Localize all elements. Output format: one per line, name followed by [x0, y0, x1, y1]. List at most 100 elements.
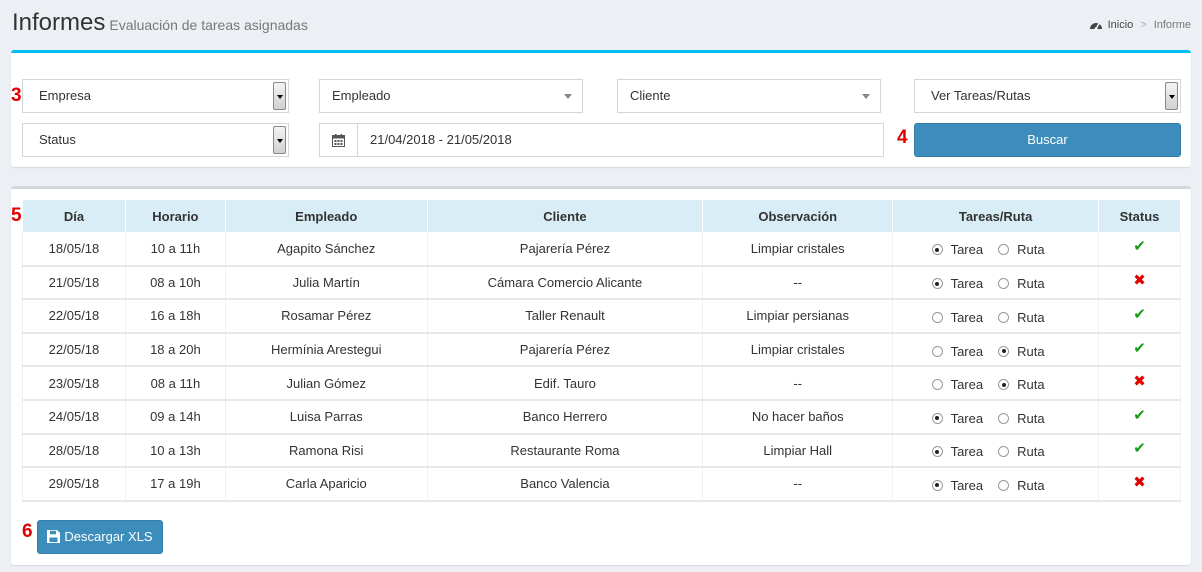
cell-dia: 22/05/18	[22, 299, 126, 334]
table-row: 28/05/18 10 a 13h Ramona Risi Restaurante R…	[22, 433, 1181, 469]
ruta-radio[interactable]	[998, 311, 1010, 323]
ruta-radio-label[interactable]: Ruta	[1017, 411, 1044, 426]
status-select[interactable]: Status	[22, 123, 289, 157]
tarea-radio-label[interactable]: Tarea	[951, 344, 984, 359]
tarea-radio-label[interactable]: Tarea	[951, 478, 984, 493]
empleado-select-value: Empleado	[332, 88, 391, 103]
cell-empleado: Ramona Risi	[224, 433, 428, 469]
empresa-select[interactable]: Empresa	[22, 79, 289, 113]
cell-cliente: Banco Valencia	[426, 467, 704, 502]
download-xls-label: Descargar XLS	[64, 529, 153, 544]
cross-icon: ✖	[1133, 272, 1146, 290]
cell-cliente: Cámara Comercio Alicante	[426, 265, 704, 301]
cell-observacion: --	[702, 366, 894, 401]
cell-observacion: --	[702, 265, 894, 301]
cell-dia: 29/05/18	[22, 467, 126, 502]
cell-empleado: Hermínia Arestegui	[224, 332, 428, 368]
tarea-radio-label[interactable]: Tarea	[951, 276, 984, 291]
cell-dia: 23/05/18	[22, 366, 126, 401]
cell-observacion: Limpiar persianas	[702, 299, 894, 334]
tarea-radio[interactable]	[931, 345, 943, 357]
cross-icon: ✖	[1133, 473, 1146, 491]
ruta-radio-label[interactable]: Ruta	[1017, 242, 1044, 257]
callout-5: 5	[11, 205, 22, 226]
caret-down-icon	[564, 94, 572, 99]
cell-observacion: No hacer baños	[702, 399, 894, 435]
tarea-radio[interactable]	[931, 244, 943, 256]
check-icon: ✔	[1133, 440, 1146, 458]
cell-horario: 10 a 11h	[124, 232, 226, 267]
ver-tareas-rutas-select-value: Ver Tareas/Rutas	[931, 88, 1031, 103]
cell-status: ✖	[1098, 366, 1181, 401]
ruta-radio-label[interactable]: Ruta	[1017, 344, 1044, 359]
table-row: 29/05/18 17 a 19h Carla Aparicio Banco Vale…	[22, 467, 1181, 502]
tarea-radio-label[interactable]: Tarea	[951, 377, 984, 392]
cell-observacion: Limpiar cristales	[702, 232, 894, 267]
ruta-radio[interactable]	[998, 479, 1010, 491]
dropdown-arrow-icon	[273, 126, 286, 154]
cell-empleado: Rosamar Pérez	[224, 299, 428, 334]
tarea-radio-label[interactable]: Tarea	[951, 310, 984, 325]
cliente-select[interactable]: Cliente	[617, 79, 881, 113]
tarea-radio[interactable]	[931, 379, 943, 391]
tarea-radio-label[interactable]: Tarea	[951, 242, 984, 257]
search-button[interactable]: Buscar	[914, 123, 1181, 157]
empleado-select[interactable]: Empleado	[319, 79, 583, 113]
cell-observacion: Limpiar Hall	[702, 433, 894, 469]
tarea-radio-label[interactable]: Tarea	[951, 411, 984, 426]
cell-status: ✖	[1098, 467, 1181, 502]
cell-observacion: --	[702, 467, 894, 502]
ruta-radio-label[interactable]: Ruta	[1017, 444, 1044, 459]
ruta-radio-label[interactable]: Ruta	[1017, 310, 1044, 325]
table-row: 22/05/18 16 a 18h Rosamar Pérez Taller Rena…	[22, 299, 1181, 334]
cell-status: ✔	[1098, 433, 1181, 469]
ruta-radio-label[interactable]: Ruta	[1017, 478, 1044, 493]
date-range-input[interactable]: 21/04/2018 - 21/05/2018	[319, 123, 884, 157]
tarea-radio[interactable]	[931, 412, 943, 424]
cell-cliente: Taller Renault	[426, 299, 704, 334]
col-header-empleado: Empleado	[224, 200, 428, 232]
ruta-radio-label[interactable]: Ruta	[1017, 276, 1044, 291]
ruta-radio[interactable]	[998, 278, 1010, 290]
breadcrumb-home-link[interactable]: Inicio	[1108, 19, 1134, 31]
cell-tareas-ruta: Tarea Ruta	[892, 433, 1100, 469]
col-header-dia: Día	[22, 200, 126, 232]
tarea-radio[interactable]	[931, 479, 943, 491]
table-row: 23/05/18 08 a 11h Julian Gómez Edif. Tauro -…	[22, 366, 1181, 401]
cell-horario: 17 a 19h	[124, 467, 226, 502]
ruta-radio[interactable]	[998, 345, 1010, 357]
download-xls-button[interactable]: Descargar XLS	[37, 520, 163, 554]
cell-tareas-ruta: Tarea Ruta	[892, 399, 1100, 435]
calendar-addon[interactable]	[320, 124, 358, 156]
col-header-horario: Horario	[124, 200, 226, 232]
cell-horario: 09 a 14h	[124, 399, 226, 435]
col-header-cliente: Cliente	[426, 200, 704, 232]
ver-tareas-rutas-select[interactable]: Ver Tareas/Rutas	[914, 79, 1181, 113]
tarea-ruta-radio-group: Tarea Ruta	[931, 377, 1060, 392]
cell-cliente: Restaurante Roma	[426, 433, 704, 469]
cell-dia: 18/05/18	[22, 232, 126, 267]
tarea-radio[interactable]	[931, 311, 943, 323]
cell-observacion: Limpiar cristales	[702, 332, 894, 368]
check-icon: ✔	[1133, 305, 1146, 323]
cell-dia: 21/05/18	[22, 265, 126, 301]
tarea-radio[interactable]	[931, 446, 943, 458]
cell-cliente: Pajarería Pérez	[426, 232, 704, 267]
cliente-select-value: Cliente	[630, 88, 671, 103]
ruta-radio[interactable]	[998, 446, 1010, 458]
cell-horario: 16 a 18h	[124, 299, 226, 334]
tarea-radio-label[interactable]: Tarea	[951, 444, 984, 459]
ruta-radio-label[interactable]: Ruta	[1017, 377, 1044, 392]
tarea-ruta-radio-group: Tarea Ruta	[931, 276, 1060, 291]
cell-tareas-ruta: Tarea Ruta	[892, 366, 1100, 401]
tarea-ruta-radio-group: Tarea Ruta	[931, 478, 1060, 493]
cell-status: ✔	[1098, 332, 1181, 368]
callout-4: 4	[897, 127, 908, 148]
calendar-icon	[332, 133, 345, 147]
ruta-radio[interactable]	[998, 412, 1010, 424]
ruta-radio[interactable]	[998, 379, 1010, 391]
cell-horario: 08 a 11h	[124, 366, 226, 401]
ruta-radio[interactable]	[998, 244, 1010, 256]
caret-down-icon	[862, 94, 870, 99]
tarea-radio[interactable]	[931, 278, 943, 290]
